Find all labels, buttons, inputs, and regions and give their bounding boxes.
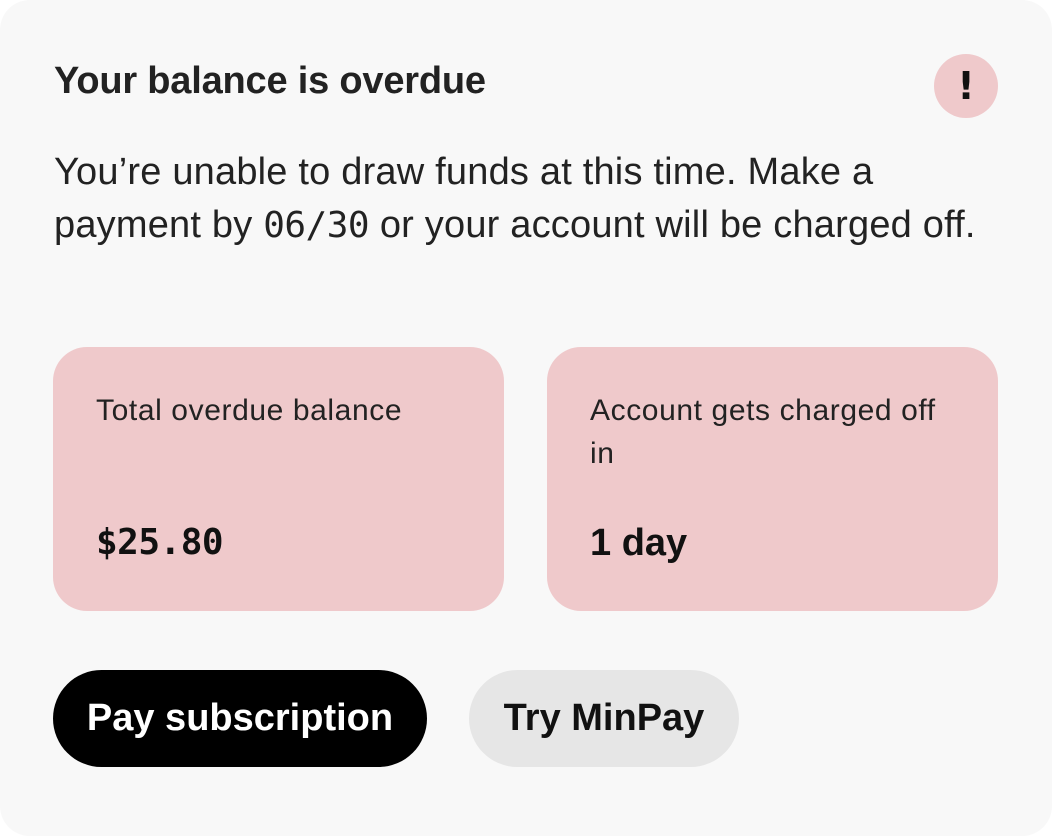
overdue-balance-value: $25.80 — [96, 522, 224, 563]
overdue-balance-tile: Total overdue balance $25.80 — [53, 347, 504, 611]
try-minpay-button[interactable]: Try MinPay — [469, 670, 739, 767]
card-title: Your balance is overdue — [54, 60, 486, 102]
charge-off-label: Account gets charged off in — [590, 394, 936, 470]
overdue-balance-label: Total overdue balance — [96, 394, 403, 427]
pay-subscription-button[interactable]: Pay subscription — [53, 670, 427, 767]
overdue-message: You’re unable to draw funds at this time… — [54, 146, 999, 252]
message-text-end: or your account will be charged off. — [369, 204, 976, 246]
exclamation-icon: ! — [957, 64, 975, 108]
charge-off-countdown-tile: Account gets charged off in 1 day — [547, 347, 998, 611]
alert-badge: ! — [934, 54, 998, 118]
due-date: 06/30 — [263, 205, 370, 246]
overdue-balance-card: Your balance is overdue ! You’re unable … — [0, 0, 1052, 836]
charge-off-value: 1 day — [590, 522, 688, 564]
